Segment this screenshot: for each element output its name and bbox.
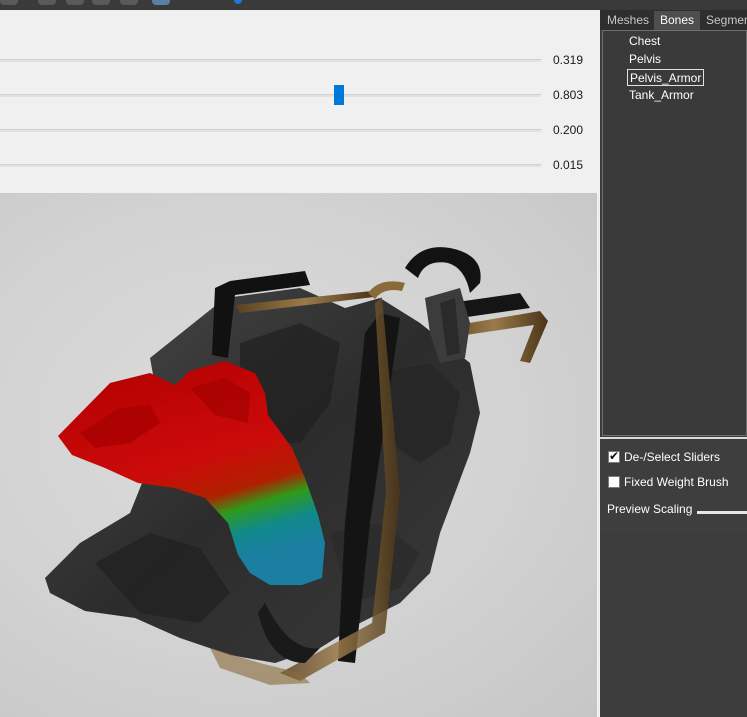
tab-bones[interactable]: Bones [654,11,701,30]
deselect-sliders-label: De-/Select Sliders [624,450,721,464]
fixed-weight-brush-label: Fixed Weight Brush [624,475,729,489]
slider-value: 0.803 [553,88,584,102]
toolbar [0,0,600,10]
toolbar-button[interactable] [0,0,18,5]
armor-mesh-render [45,247,548,685]
bone-item-chest[interactable]: Chest [627,33,662,50]
checkmark-icon: ✔ [609,449,620,463]
slider-thumb[interactable] [334,85,344,105]
sliders-panel: 0.319 0.803 0.200 0.015 [0,10,600,193]
slider-track[interactable] [0,164,541,167]
bones-list: Chest Pelvis Pelvis_Armor Tank_Armor [602,30,747,436]
fixed-weight-brush-option[interactable]: Fixed Weight Brush [608,475,729,491]
tab-meshes[interactable]: Meshes [601,11,655,30]
slider-row: 0.319 [0,50,600,70]
toolbar-button[interactable] [66,0,84,5]
toolbar-button-active[interactable] [152,0,170,5]
slider-row: 0.803 [0,85,600,105]
slider-track[interactable] [0,129,541,132]
slider-row: 0.200 [0,120,600,140]
bone-item-tank-armor[interactable]: Tank_Armor [627,87,696,104]
fixed-weight-brush-checkbox[interactable] [608,476,620,488]
panel-tabs: Meshes Bones Segmen [600,10,747,30]
deselect-sliders-checkbox[interactable]: ✔ [608,449,620,463]
bone-item-pelvis-armor[interactable]: Pelvis_Armor [627,69,705,86]
toolbar-button[interactable] [120,0,138,5]
slider-value: 0.015 [553,158,584,172]
bone-item-pelvis[interactable]: Pelvis [627,51,663,68]
toolbar-button[interactable] [92,0,110,5]
outfit-editor-window: 0.319 0.803 0.200 0.015 Meshes Bones Seg… [0,0,747,717]
deselect-sliders-option[interactable]: ✔ De-/Select Sliders [608,449,721,466]
tab-segments[interactable]: Segmen [700,11,747,30]
slider-value: 0.319 [553,53,584,67]
slider-track[interactable] [0,59,541,62]
right-panel-empty-area [600,533,747,717]
bone-options-panel: ✔ De-/Select Sliders Fixed Weight Brush P… [600,437,747,533]
slider-track[interactable] [0,94,541,97]
3d-viewport[interactable] [0,193,597,717]
toolbar-right-strip [600,0,747,10]
toolbar-slider-thumb[interactable] [234,0,242,4]
preview-scaling-slider[interactable] [697,511,747,514]
toolbar-button[interactable] [38,0,56,5]
slider-value: 0.200 [553,123,584,137]
slider-row: 0.015 [0,155,600,175]
preview-scaling-label: Preview Scaling [607,502,693,516]
